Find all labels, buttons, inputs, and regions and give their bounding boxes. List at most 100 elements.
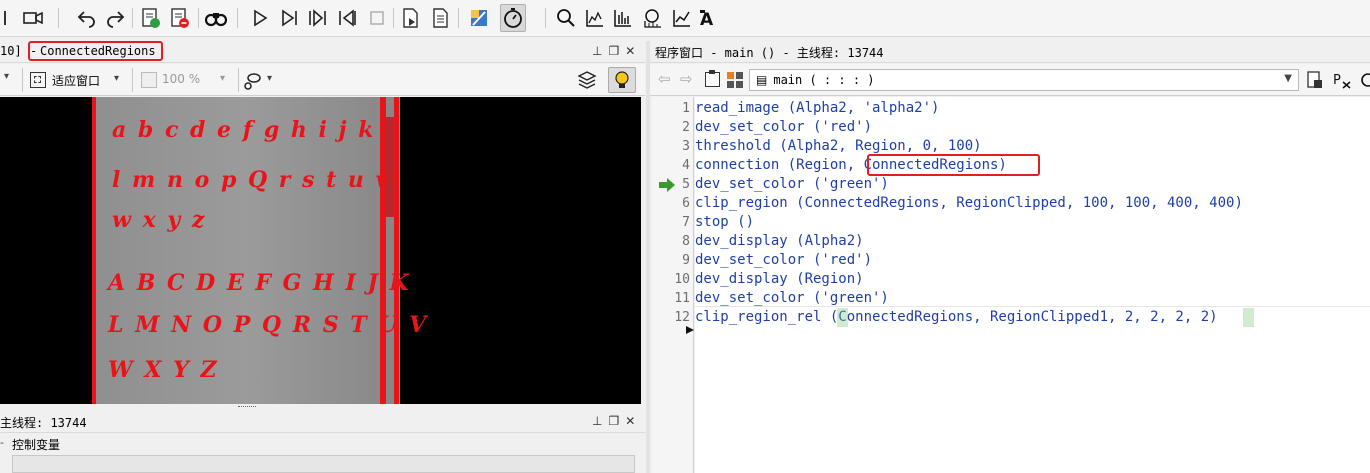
region-left-border: [92, 97, 96, 404]
line-number[interactable]: 9: [654, 251, 690, 270]
back-icon[interactable]: ⇦: [658, 70, 671, 88]
bulb-icon[interactable]: [608, 67, 636, 93]
code-line[interactable]: dev_display (Region): [695, 270, 864, 289]
image-letter-row: W X Y Z: [108, 357, 219, 383]
code-line[interactable]: stop (): [695, 213, 754, 232]
matching-paren-highlight: [837, 308, 848, 327]
procedure-select[interactable]: ▤ main ( : : : ) ▼: [749, 69, 1299, 91]
program-window-titlebar: 程序窗口 - main () - 主线程: 13744: [650, 41, 1370, 63]
procedure-value: main ( : : : ): [773, 73, 875, 87]
vertical-splitter[interactable]: [646, 41, 650, 473]
main-toolbar: A: [0, 0, 1370, 37]
redo-icon[interactable]: [102, 4, 128, 32]
collapse-icon[interactable]: -: [0, 436, 4, 449]
forward-icon[interactable]: ⇨: [680, 70, 693, 88]
program-window-toolbar: ⇦ ⇨ ▤ main ( : : : ) ▼ P: [650, 64, 1370, 96]
fit-window-button[interactable]: 适应窗口: [52, 72, 100, 89]
ocr-icon[interactable]: A: [697, 4, 723, 32]
image-letter-row: w x y z: [112, 207, 206, 233]
pin-icon[interactable]: ⊥: [592, 414, 602, 428]
camera-icon[interactable]: [20, 4, 46, 32]
line-number[interactable]: 3: [654, 137, 690, 156]
line-number[interactable]: 6: [654, 194, 690, 213]
step-over-icon[interactable]: [276, 4, 302, 32]
edit-icon[interactable]: [466, 4, 492, 32]
code-line[interactable]: dev_set_color ('red'): [695, 118, 872, 137]
zoom-dropdown-arrow-icon[interactable]: ▾: [220, 73, 225, 84]
open-doc-icon[interactable]: [398, 4, 424, 32]
fit-window-icon[interactable]: [30, 72, 46, 88]
variable-window-titlebar: 主线程: 13744 ⊥ ❐ ✕: [0, 411, 645, 433]
code-line[interactable]: clip_region (ConnectedRegions, RegionCli…: [695, 194, 1243, 213]
line-number[interactable]: 11: [654, 289, 690, 308]
variable-list[interactable]: [12, 455, 635, 473]
draw-shape-icon[interactable]: [242, 70, 264, 95]
variable-window-tabs: - 控制变量: [0, 433, 645, 455]
timer-icon[interactable]: [500, 4, 526, 32]
line-number-gutter: 1 2 3 4 5 6 7 8 9 10 11 12: [652, 97, 694, 473]
highlight-box: [28, 41, 163, 61]
zoom-factor-icon[interactable]: [141, 72, 157, 88]
fit-dropdown-arrow-icon[interactable]: ▾: [114, 73, 119, 84]
svg-text:P: P: [1333, 73, 1341, 88]
assign-variable-icon[interactable]: P: [1332, 70, 1352, 93]
properties-icon[interactable]: [428, 4, 454, 32]
line-number[interactable]: 1: [654, 99, 690, 118]
program-counter-arrow-icon: [659, 178, 675, 192]
image-letter-row: l m n o p Q r s t u v: [112, 167, 390, 193]
run-icon[interactable]: [247, 4, 273, 32]
variable-window-title: 主线程: 13744: [0, 416, 87, 430]
tab-control-variables[interactable]: 控制变量: [12, 436, 60, 453]
pin-icon[interactable]: ⊥: [592, 44, 602, 58]
line-number[interactable]: 4: [654, 156, 690, 175]
clipboard-icon[interactable]: [705, 70, 720, 87]
insert-position-icon: [686, 326, 694, 334]
line-number[interactable]: 2: [654, 118, 690, 137]
line-number[interactable]: 7: [654, 213, 690, 232]
code-line[interactable]: clip_region_rel (ConnectedRegions, Regio…: [695, 308, 1218, 327]
procedure-icon: ▤: [756, 73, 768, 87]
reset-icon[interactable]: [364, 4, 390, 32]
step-out-icon[interactable]: [334, 4, 360, 32]
step-into-icon[interactable]: [305, 4, 331, 32]
code-line[interactable]: dev_set_color ('red'): [695, 251, 872, 270]
line-number[interactable]: 10: [654, 270, 690, 289]
grid-icon[interactable]: [727, 72, 743, 88]
graphics-window-canvas[interactable]: a b c d e f g h i j k l m n o p Q r s t u…: [0, 97, 641, 404]
insert-cursor-line: [695, 306, 1370, 307]
image-letter-row: L M N O P Q R S T U V: [107, 312, 428, 338]
insert-code-icon[interactable]: [1305, 70, 1325, 93]
image-letter-row: a b c d e f g h i j k: [112, 117, 375, 143]
find-icon[interactable]: [203, 4, 229, 32]
line-profile-icon[interactable]: [610, 4, 636, 32]
close-icon[interactable]: ✕: [625, 44, 635, 58]
zoom-icon[interactable]: [553, 4, 579, 32]
float-icon[interactable]: ❐: [608, 44, 619, 58]
region-right-edge: [394, 97, 399, 404]
histogram-icon[interactable]: [582, 4, 608, 32]
gray-histogram-icon[interactable]: [640, 4, 666, 32]
close-program-icon[interactable]: [1358, 70, 1370, 93]
program-window-title: 程序窗口 - main () - 主线程: 13744: [655, 46, 884, 60]
graphics-window-titlebar: 10] - ConnectedRegions ⊥ ❐ ✕: [0, 41, 645, 63]
breakpoint-set-icon[interactable]: [138, 4, 164, 32]
undo-icon[interactable]: [74, 4, 100, 32]
float-icon[interactable]: ❐: [608, 414, 619, 428]
code-editor[interactable]: read_image (Alpha2, 'alpha2') dev_set_col…: [695, 97, 1370, 473]
code-line[interactable]: dev_display (Alpha2): [695, 232, 864, 251]
zoom-value[interactable]: 100 %: [162, 72, 200, 86]
draw-dropdown-arrow-icon[interactable]: ▾: [267, 73, 272, 84]
procedure-dropdown-arrow-icon: ▼: [1284, 73, 1292, 84]
close-icon[interactable]: ✕: [625, 414, 635, 428]
dropdown-arrow-icon[interactable]: ▾: [4, 71, 9, 82]
line-number[interactable]: 8: [654, 232, 690, 251]
window-splitter[interactable]: [0, 404, 645, 411]
code-line[interactable]: read_image (Alpha2, 'alpha2'): [695, 99, 939, 118]
layers-icon[interactable]: [576, 69, 598, 94]
highlight-box: [867, 154, 1040, 176]
matching-paren-highlight: [1243, 308, 1254, 327]
region-right-strip: [380, 97, 386, 404]
feature-inspect-icon[interactable]: [669, 4, 695, 32]
breakpoint-clear-icon[interactable]: [167, 4, 193, 32]
code-line[interactable]: dev_set_color ('green'): [695, 175, 889, 194]
